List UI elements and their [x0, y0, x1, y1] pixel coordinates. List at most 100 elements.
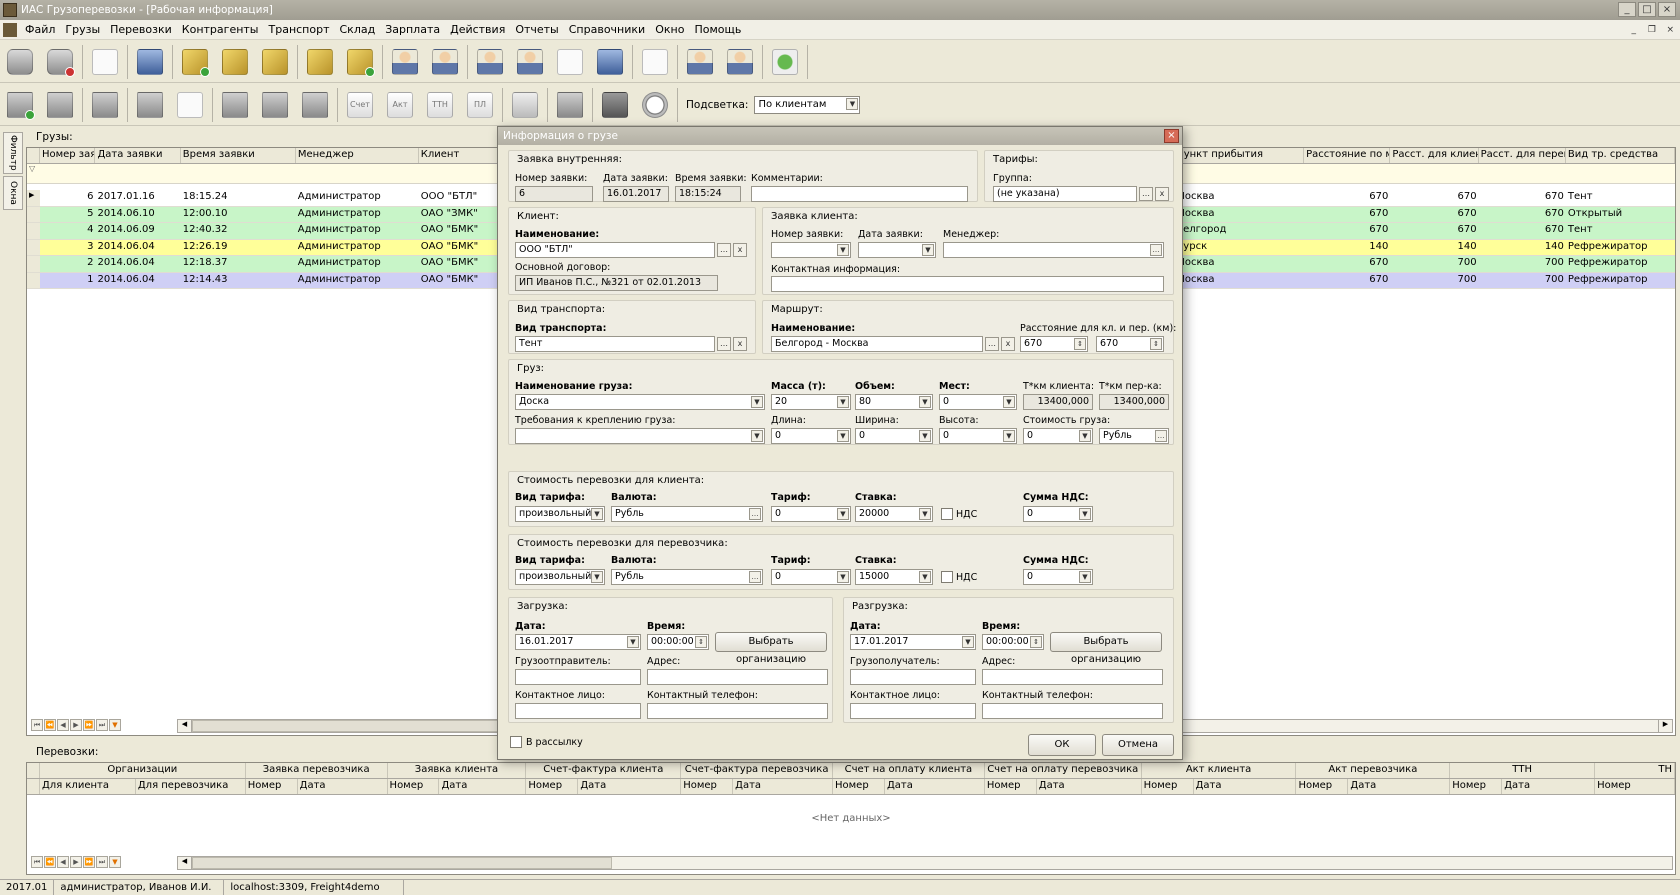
col-header[interactable]: Вид тр. средства: [1566, 148, 1675, 163]
tb-trash[interactable]: [295, 86, 335, 124]
nav-prev-icon[interactable]: ◀: [57, 719, 69, 731]
client-request-date-field[interactable]: ▼: [858, 242, 936, 258]
chevron-down-icon[interactable]: ▼: [1079, 508, 1091, 520]
menu-window[interactable]: Окно: [650, 23, 689, 36]
nav-first-icon[interactable]: ⏮: [31, 719, 43, 731]
ellipsis-icon[interactable]: …: [1150, 244, 1162, 256]
clear-icon[interactable]: x: [733, 243, 747, 257]
loading-choose-org-button[interactable]: Выбрать организацию: [715, 632, 827, 665]
clear-icon[interactable]: x: [1155, 187, 1169, 201]
chevron-down-icon[interactable]: ▼: [919, 430, 931, 442]
client-request-number-field[interactable]: ▼: [771, 242, 851, 258]
chevron-down-icon[interactable]: ▼: [846, 97, 859, 110]
chevron-down-icon[interactable]: ▼: [837, 244, 849, 256]
tb-window[interactable]: [85, 43, 125, 81]
consignee-field[interactable]: [850, 669, 976, 685]
spin-icon[interactable]: ⇕: [1074, 338, 1086, 350]
cargo-cost-field[interactable]: 0 ▼: [1023, 428, 1093, 444]
chevron-down-icon[interactable]: ▼: [751, 430, 763, 442]
ellipsis-icon[interactable]: …: [1155, 430, 1167, 442]
ellipsis-icon[interactable]: …: [749, 571, 761, 583]
col-sub-header[interactable]: Номер: [526, 779, 579, 794]
chevron-down-icon[interactable]: ▼: [1003, 396, 1015, 408]
height-field[interactable]: 0 ▼: [939, 428, 1017, 444]
tb-mail[interactable]: [505, 86, 545, 124]
menu-salary[interactable]: Зарплата: [380, 23, 445, 36]
col-group-header[interactable]: Акт клиента: [1142, 763, 1297, 778]
nav-filter-icon[interactable]: ▼: [109, 719, 121, 731]
currency-field[interactable]: Рубль…: [611, 569, 763, 585]
chevron-down-icon[interactable]: ▼: [919, 571, 931, 583]
currency-field[interactable]: Рубль…: [611, 506, 763, 522]
tb-cart-search[interactable]: [550, 86, 590, 124]
tb-docs[interactable]: [550, 43, 590, 81]
tariff-group-field[interactable]: (не указана): [993, 186, 1137, 202]
nav-prev-page-icon[interactable]: ⏪: [44, 719, 56, 731]
loading-time-field[interactable]: 00:00:00 ⇕: [647, 634, 709, 650]
contract-field[interactable]: ИП Иванов П.С., №321 от 02.01.2013: [515, 275, 718, 291]
col-sub-header[interactable]: Для перевозчика: [136, 779, 246, 794]
mailing-checkbox[interactable]: [510, 736, 522, 748]
client-name-field[interactable]: ООО "БТЛ": [515, 242, 715, 258]
chevron-down-icon[interactable]: ▼: [1079, 571, 1091, 583]
request-number-field[interactable]: 6: [515, 186, 593, 202]
unloading-date-field[interactable]: 17.01.2017 ▼: [850, 634, 976, 650]
menu-contractors[interactable]: Контрагенты: [177, 23, 264, 36]
vat-checkbox[interactable]: [941, 571, 953, 583]
unloading-time-field[interactable]: 00:00:00 ⇕: [982, 634, 1044, 650]
tb-people-2[interactable]: [720, 43, 760, 81]
chevron-down-icon[interactable]: ▼: [591, 571, 603, 583]
tariff-field[interactable]: 0 ▼: [771, 569, 851, 585]
menu-reports[interactable]: Отчеты: [510, 23, 563, 36]
client-distance-field[interactable]: 670 ⇕: [1020, 336, 1088, 352]
menu-warehouse[interactable]: Склад: [335, 23, 381, 36]
col-sub-header[interactable]: Дата: [733, 779, 833, 794]
tkm-client-field[interactable]: 13400,000: [1023, 394, 1093, 410]
width-field[interactable]: 0 ▼: [855, 428, 933, 444]
tb-user-1[interactable]: [385, 43, 425, 81]
tariff-type-field[interactable]: произвольный ▼: [515, 569, 605, 585]
vat-sum-field[interactable]: 0 ▼: [1023, 569, 1093, 585]
col-sub-header[interactable]: Дата: [1348, 779, 1451, 794]
tb-cart-check[interactable]: [255, 86, 295, 124]
row-indicator[interactable]: [27, 272, 40, 288]
tb-user-2[interactable]: [425, 43, 465, 81]
mass-field[interactable]: 20 ▼: [771, 394, 851, 410]
col-sub-header[interactable]: Номер: [1450, 779, 1503, 794]
col-sub-header[interactable]: Дата: [1037, 779, 1142, 794]
nav-filter-icon[interactable]: ▼: [109, 856, 121, 868]
fastening-field[interactable]: ▼: [515, 428, 765, 444]
tb-cargo-edit[interactable]: [215, 43, 255, 81]
col-group-header[interactable]: Счет на оплату клиента: [833, 763, 985, 778]
nav-prev-page-icon[interactable]: ⏪: [44, 856, 56, 868]
client-manager-field[interactable]: …: [943, 242, 1164, 258]
rate-field[interactable]: 15000 ▼: [855, 569, 933, 585]
tb-db-upload[interactable]: [0, 43, 40, 81]
tb-refresh[interactable]: [765, 43, 805, 81]
chevron-down-icon[interactable]: ▼: [837, 571, 849, 583]
contact-info-field[interactable]: [771, 276, 1164, 292]
spin-icon[interactable]: ⇕: [1150, 338, 1162, 350]
nav-next-icon[interactable]: ▶: [70, 719, 82, 731]
windows-side-tab[interactable]: Окна: [3, 176, 23, 210]
comment-field[interactable]: [751, 186, 968, 202]
mdi-minimize-button[interactable]: _: [1632, 25, 1637, 35]
col-header[interactable]: Время заявки: [181, 148, 296, 163]
vat-checkbox[interactable]: [941, 508, 953, 520]
col-sub-header[interactable]: Номер: [681, 779, 734, 794]
ellipsis-icon[interactable]: …: [717, 243, 731, 257]
menu-actions[interactable]: Действия: [445, 23, 510, 36]
close-button[interactable]: ×: [1658, 2, 1676, 17]
tb-users[interactable]: [470, 43, 510, 81]
nav-next-page-icon[interactable]: ⏩: [83, 856, 95, 868]
loading-address-field[interactable]: [647, 669, 828, 685]
tb-cart-move[interactable]: [215, 86, 255, 124]
row-indicator[interactable]: [27, 223, 40, 239]
col-group-header[interactable]: Счет-фактура клиента: [526, 763, 682, 778]
clear-icon[interactable]: x: [733, 337, 747, 351]
nav-next-icon[interactable]: ▶: [70, 856, 82, 868]
calendar-dropdown-icon[interactable]: ▼: [627, 636, 639, 648]
col-sub-header[interactable]: Номер: [1142, 779, 1194, 794]
col-header[interactable]: Расстояние по мар: [1304, 148, 1391, 163]
col-group-header[interactable]: Счет на оплату перевозчика: [985, 763, 1142, 778]
